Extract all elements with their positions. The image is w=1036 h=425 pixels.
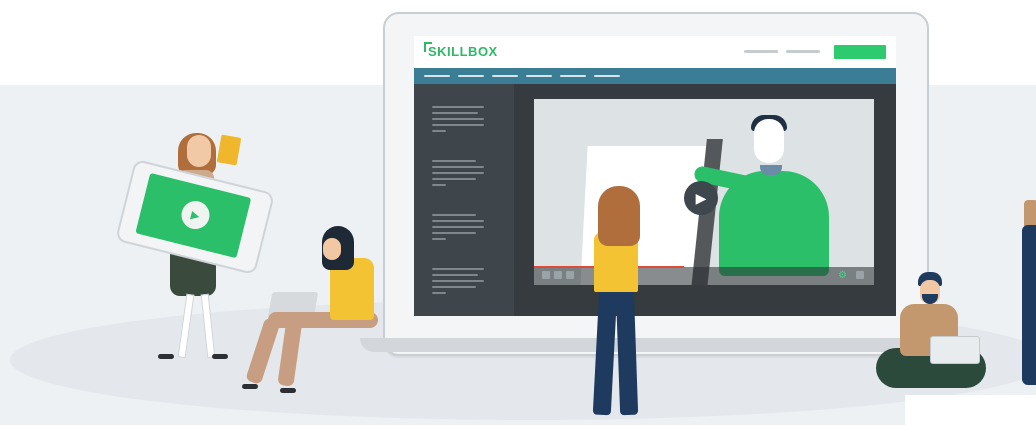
- video-controls: ⚙: [534, 266, 874, 285]
- menu-item[interactable]: [458, 75, 484, 77]
- sidebar-item[interactable]: [432, 178, 476, 180]
- laptop-base: [360, 338, 948, 352]
- sidebar-item[interactable]: [432, 112, 478, 114]
- shoe: [280, 388, 296, 393]
- phone-screen: ▶: [135, 172, 252, 259]
- sidebar-item[interactable]: [432, 220, 484, 222]
- sidebar-item[interactable]: [432, 130, 446, 132]
- illustration-scene: SKILLBOX ▶ ⚙ ▶: [0, 0, 1036, 425]
- sidebar-item[interactable]: [432, 124, 484, 126]
- menu-bar: [414, 68, 896, 84]
- menu-item[interactable]: [492, 75, 518, 77]
- sidebar-item[interactable]: [432, 160, 476, 162]
- nav-link[interactable]: [744, 50, 778, 53]
- forward-icon[interactable]: [566, 271, 574, 279]
- cta-button[interactable]: [834, 45, 886, 59]
- rewind-icon[interactable]: [542, 271, 550, 279]
- shoe: [158, 354, 174, 359]
- menu-item[interactable]: [560, 75, 586, 77]
- play-button[interactable]: ▶: [684, 181, 718, 215]
- sidebar-item[interactable]: [432, 166, 484, 168]
- teacher-head: [754, 119, 784, 163]
- menu-item[interactable]: [594, 75, 620, 77]
- sidebar-item[interactable]: [432, 286, 476, 288]
- logo-bracket-icon: [424, 42, 432, 52]
- sidebar-item[interactable]: [432, 214, 476, 216]
- sidebar-item[interactable]: [432, 280, 484, 282]
- shoe: [212, 354, 228, 359]
- skillbox-logo[interactable]: SKILLBOX: [424, 42, 498, 59]
- phone-play-button[interactable]: ▶: [178, 198, 213, 233]
- sidebar-item[interactable]: [432, 232, 476, 234]
- menu-item[interactable]: [526, 75, 552, 77]
- sidebar-item[interactable]: [432, 106, 484, 108]
- lesson-sidebar: [414, 84, 514, 316]
- man-laptop: [930, 336, 980, 364]
- sidebar-item[interactable]: [432, 274, 478, 276]
- standing-woman-hair: [598, 186, 640, 246]
- sidebar-item[interactable]: [432, 184, 446, 186]
- girl-head: [187, 135, 211, 167]
- sidebar-item[interactable]: [432, 172, 484, 174]
- fullscreen-icon[interactable]: [856, 271, 864, 279]
- teacher-body: [719, 171, 829, 276]
- site-header: SKILLBOX: [414, 36, 896, 68]
- laptop-screen: SKILLBOX ▶ ⚙: [414, 36, 896, 316]
- sidebar-item[interactable]: [432, 268, 484, 270]
- settings-icon[interactable]: ⚙: [838, 270, 847, 281]
- play-icon: ▶: [695, 189, 707, 206]
- floor-edge: [905, 395, 1036, 425]
- menu-item[interactable]: [424, 75, 450, 77]
- nav-link[interactable]: [786, 50, 820, 53]
- pause-icon[interactable]: [554, 271, 562, 279]
- video-area: ▶ ⚙: [514, 84, 896, 316]
- edge-person-legs: [1022, 225, 1036, 385]
- woman-head: [323, 238, 341, 260]
- video-player[interactable]: ▶ ⚙: [534, 99, 874, 285]
- sidebar-item[interactable]: [432, 226, 484, 228]
- sidebar-item[interactable]: [432, 238, 446, 240]
- logo-text: SKILLBOX: [428, 44, 498, 59]
- sidebar-item[interactable]: [432, 292, 446, 294]
- play-icon: ▶: [189, 208, 201, 223]
- shoe: [242, 384, 258, 389]
- sidebar-item[interactable]: [432, 118, 484, 120]
